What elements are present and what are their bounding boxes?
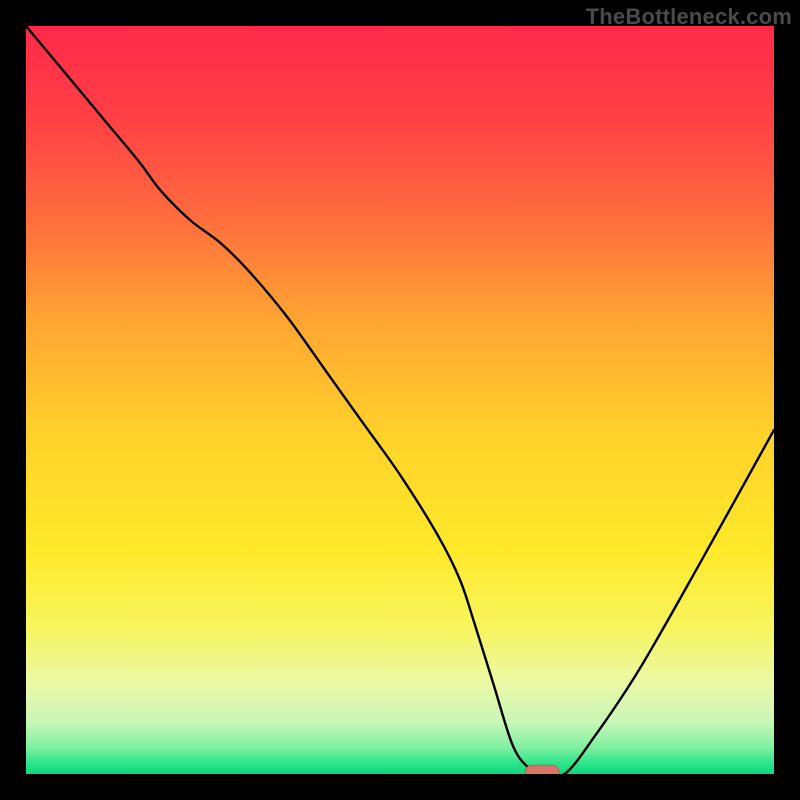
- watermark-text: TheBottleneck.com: [586, 4, 792, 30]
- gradient-background: [26, 26, 774, 774]
- optimal-point-marker: [525, 765, 559, 774]
- chart-frame: TheBottleneck.com: [0, 0, 800, 800]
- plot-area: [26, 26, 774, 774]
- plot-svg: [26, 26, 774, 774]
